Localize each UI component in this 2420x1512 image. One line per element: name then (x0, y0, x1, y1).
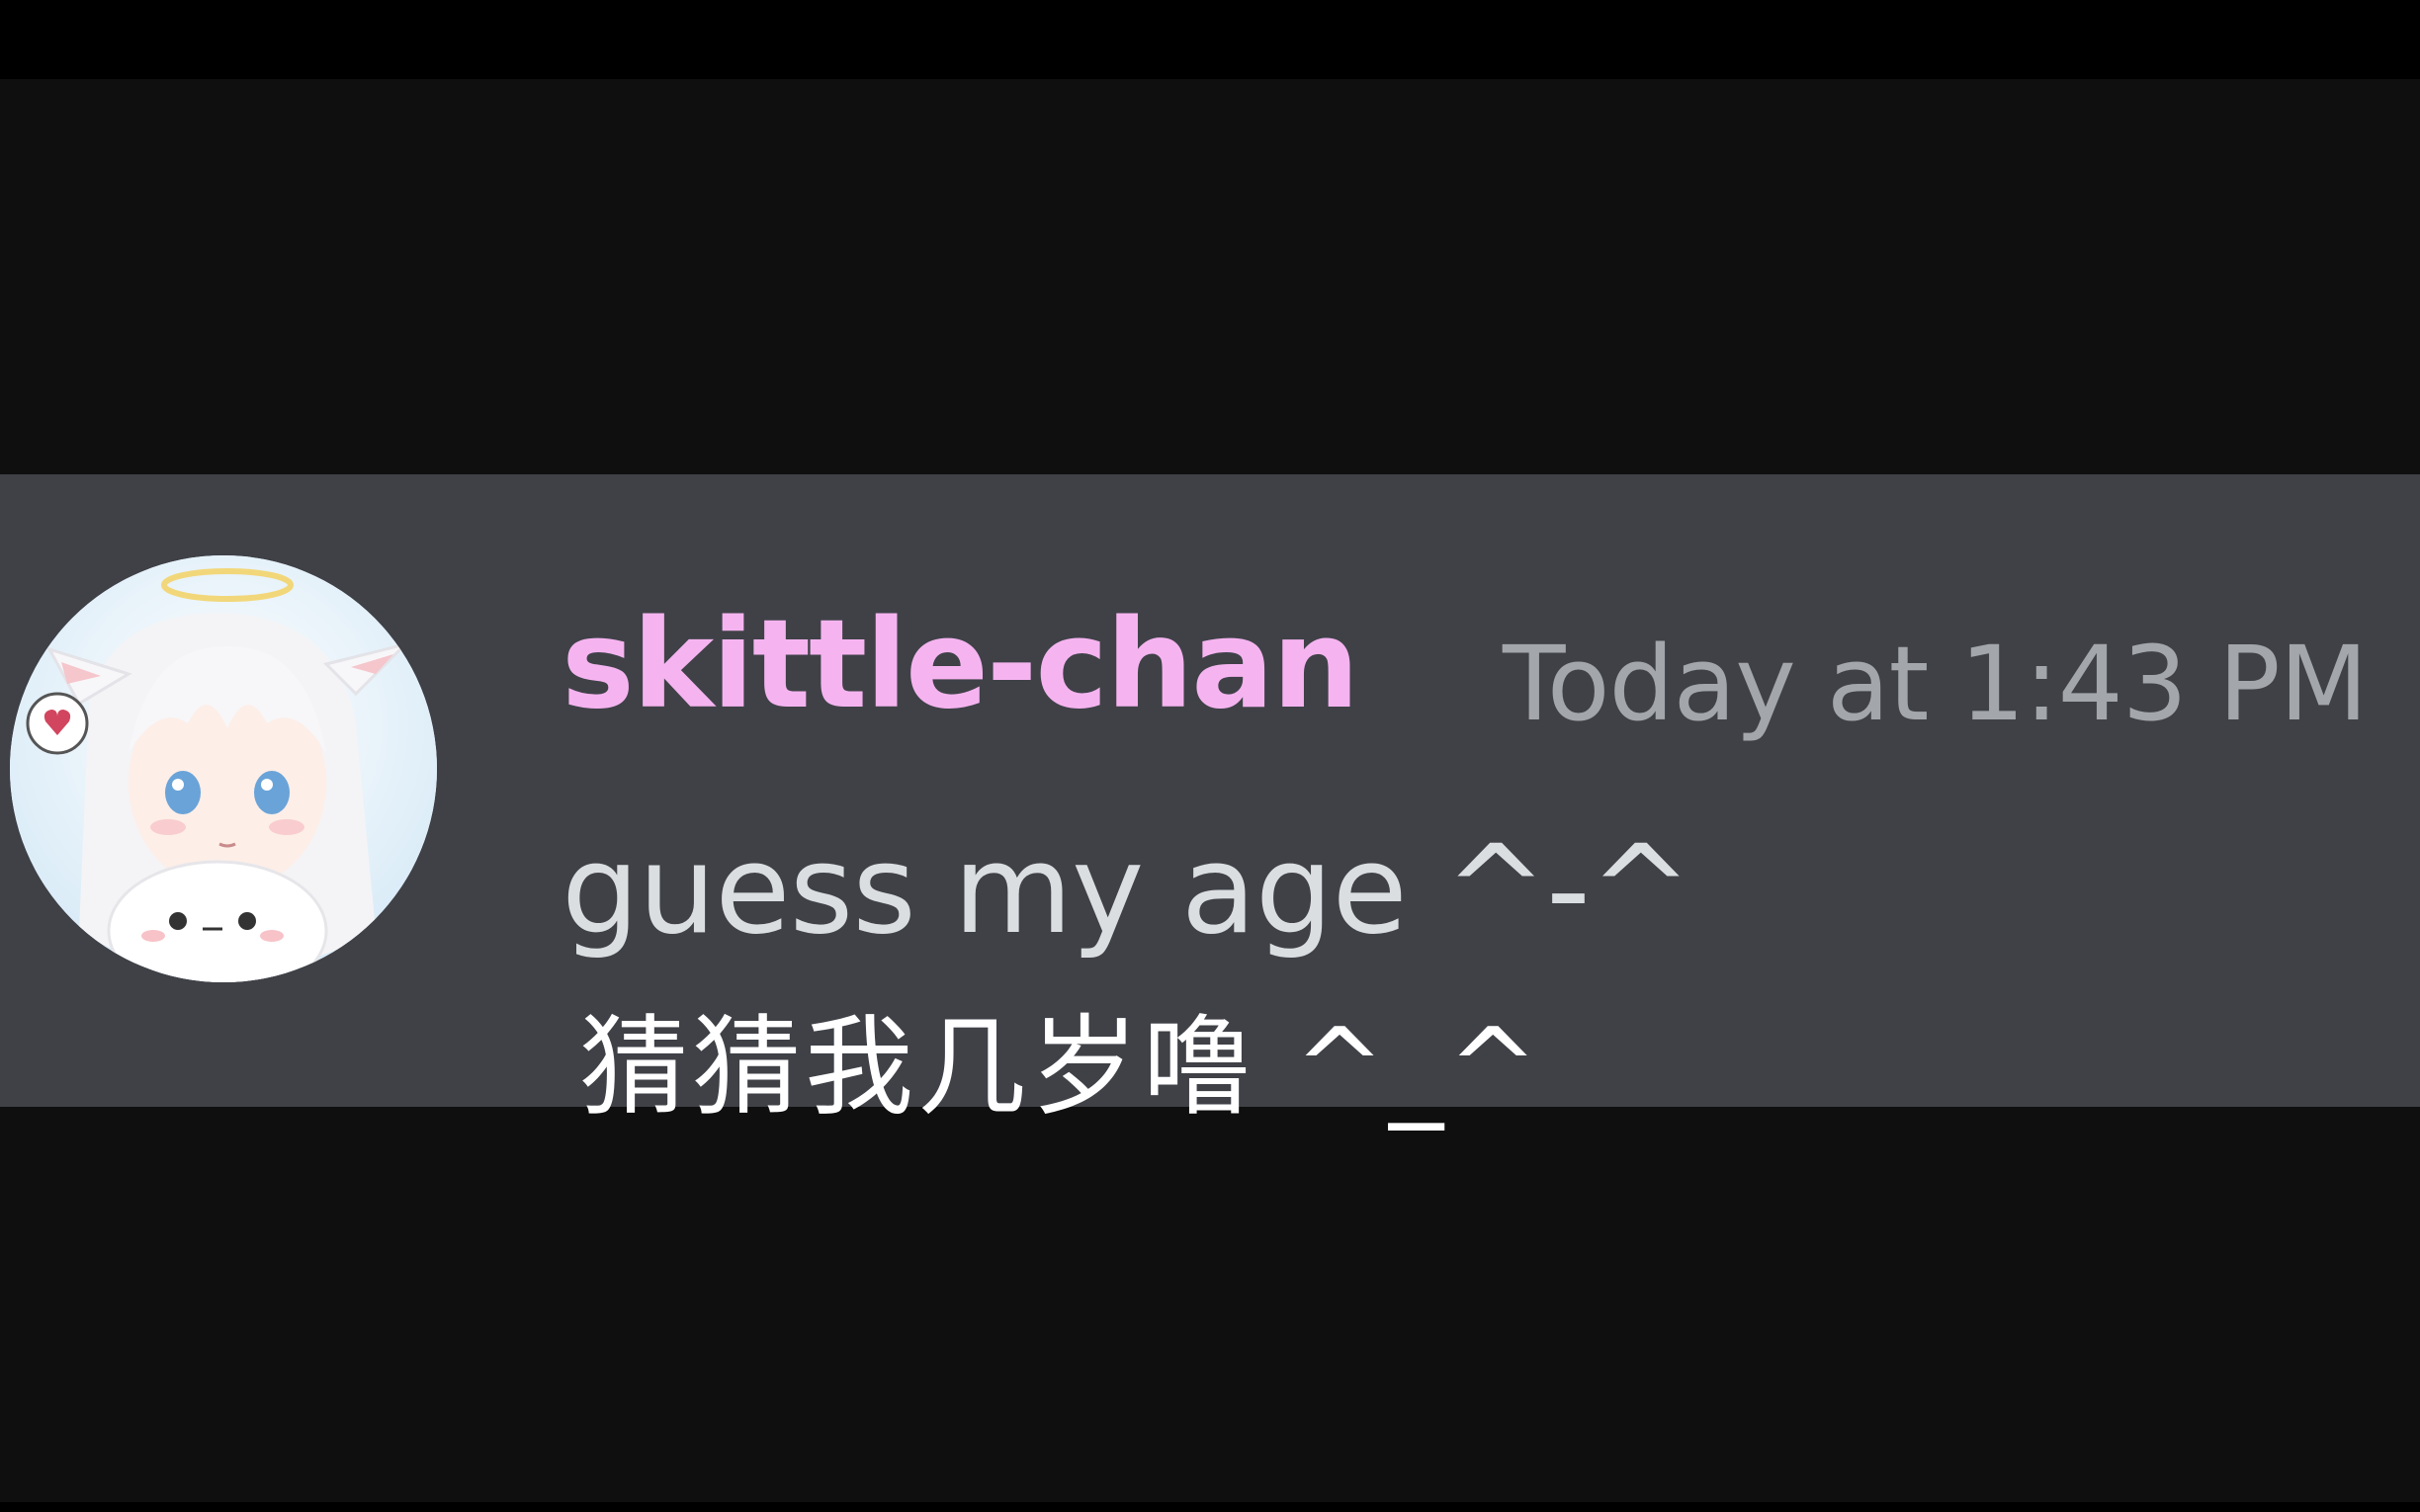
message-content: guess my age ^-^ (562, 819, 1692, 962)
username[interactable]: skittle-chan (562, 591, 1359, 739)
avatar[interactable] (10, 555, 437, 982)
video-frame: skittle-chan Today at 1:43 PM guess my a… (0, 0, 2420, 1512)
video-subtitle: 猜猜我几岁噜 ^_^ (579, 1004, 1543, 1131)
message-timestamp[interactable]: Today at 1:43 PM (1503, 615, 2368, 753)
avatar-image (10, 555, 437, 982)
